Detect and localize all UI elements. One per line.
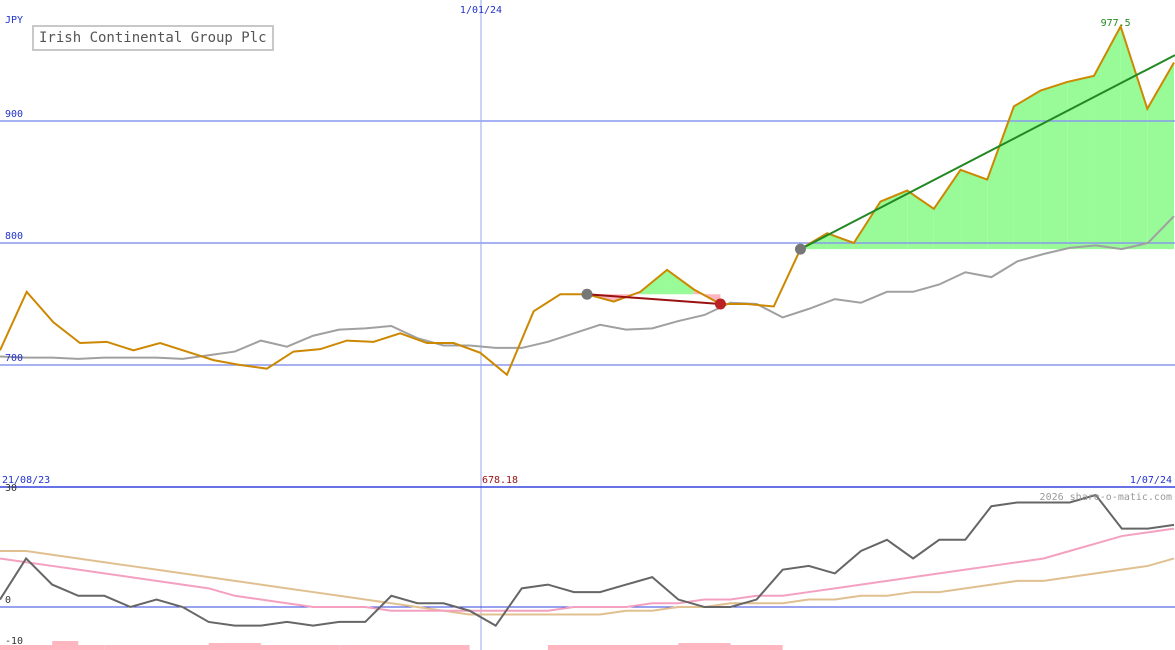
y-tick-label-700: 700 [5,353,23,364]
gain-fill-segment [1040,81,1068,250]
gain-fill-segment [987,106,1014,250]
histogram-bar [208,643,261,650]
gain-loss-fill-layer [0,26,1174,650]
oscillator-tick-label-30: 30 [5,483,17,494]
y-tick-label-800: 800 [5,231,23,242]
oscillator-tick-label--10: -10 [5,636,23,647]
trend-start-marker [794,243,806,255]
histogram-bar [547,645,783,650]
y-tick-label-900: 900 [5,109,23,120]
label-layer: 700800900JPY1/01/2421/08/23 1/07/24678.18… [2,5,1172,647]
x-date-label-mid: 1/01/24 [460,5,502,16]
x-date-label-end: 1/07/24 [1130,475,1172,486]
gain-fill-segment [960,169,988,250]
gain-fill-segment [1067,75,1094,250]
watermark-text: 2026 share-o-matic.com [1040,492,1172,503]
oscillator-tick-label-0: 0 [5,595,11,606]
trend-end-marker [714,298,726,310]
trend-start-marker [581,288,593,300]
oscillator-average-line [0,527,1175,612]
gain-fill-segment [933,169,961,250]
low-value-label: 678.18 [482,475,518,486]
share-chart: 700800900JPY1/01/2421/08/23 1/07/24678.18… [0,0,1175,650]
gain-fill-segment [1013,90,1041,250]
high-value-label: 977.5 [1101,18,1131,29]
grid-layer [0,0,1175,650]
histogram-bar [104,645,157,650]
gain-fill-segment [1120,26,1148,250]
gain-fill-segment [1093,26,1121,250]
currency-label: JPY [5,15,23,26]
chart-title: Irish Continental Group Plc [32,25,274,51]
series-layer [0,23,1175,627]
histogram-bar [52,641,79,650]
histogram-bar [339,645,470,650]
histogram-bar [678,643,731,650]
histogram-bar [156,645,209,650]
